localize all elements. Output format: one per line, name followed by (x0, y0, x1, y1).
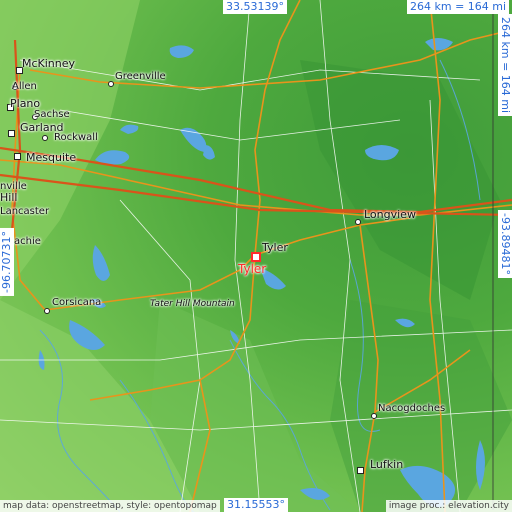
place-mesquite: Mesquite (26, 151, 77, 164)
coord-right: -93.89481° (498, 210, 512, 278)
longview-marker (355, 219, 361, 225)
highlight-label: Tyler (238, 262, 267, 276)
garland-marker (8, 130, 15, 137)
attribution-proc: image proc.: elevation.city (385, 500, 512, 512)
place-mckinney: McKinney (22, 57, 76, 70)
coord-top: 33.53139° (223, 0, 287, 14)
elevation-map: McKinney Greenville Allen Plano Sachse G… (0, 0, 512, 512)
attribution-source: map data: openstreetmap, style: opentopo… (0, 500, 220, 512)
greenville-marker (108, 81, 114, 87)
rockwall-marker (42, 135, 48, 141)
place-tater-hill-mountain: Tater Hill Mountain (150, 299, 235, 309)
highlight-marker (251, 252, 261, 262)
place-achie: achie (14, 236, 41, 247)
lufkin-marker (357, 467, 364, 474)
place-greenville: Greenville (115, 71, 166, 82)
place-lufkin: Lufkin (370, 458, 404, 471)
place-plano: Plano (10, 97, 41, 110)
place-allen: Allen (12, 81, 37, 92)
corsicana-marker (44, 308, 50, 314)
place-longview: Longview (364, 208, 416, 221)
scale-horizontal: 264 km = 164 mi (407, 0, 510, 14)
nacogdoches-marker (371, 413, 377, 419)
place-rockwall: Rockwall (54, 132, 98, 143)
place-hill: Hill (0, 191, 18, 204)
place-tyler: Tyler (262, 241, 288, 254)
place-sachse: Sachse (34, 109, 70, 120)
mesquite-marker (14, 153, 21, 160)
place-corsicana: Corsicana (52, 297, 102, 308)
coord-bottom: 31.15553° (224, 498, 288, 512)
coord-left: -96.70731° (0, 228, 14, 296)
place-lancaster: Lancaster (0, 206, 50, 217)
scale-vertical: 264 km = 164 mi (498, 14, 512, 117)
place-nacogdoches: Nacogdoches (378, 403, 446, 414)
